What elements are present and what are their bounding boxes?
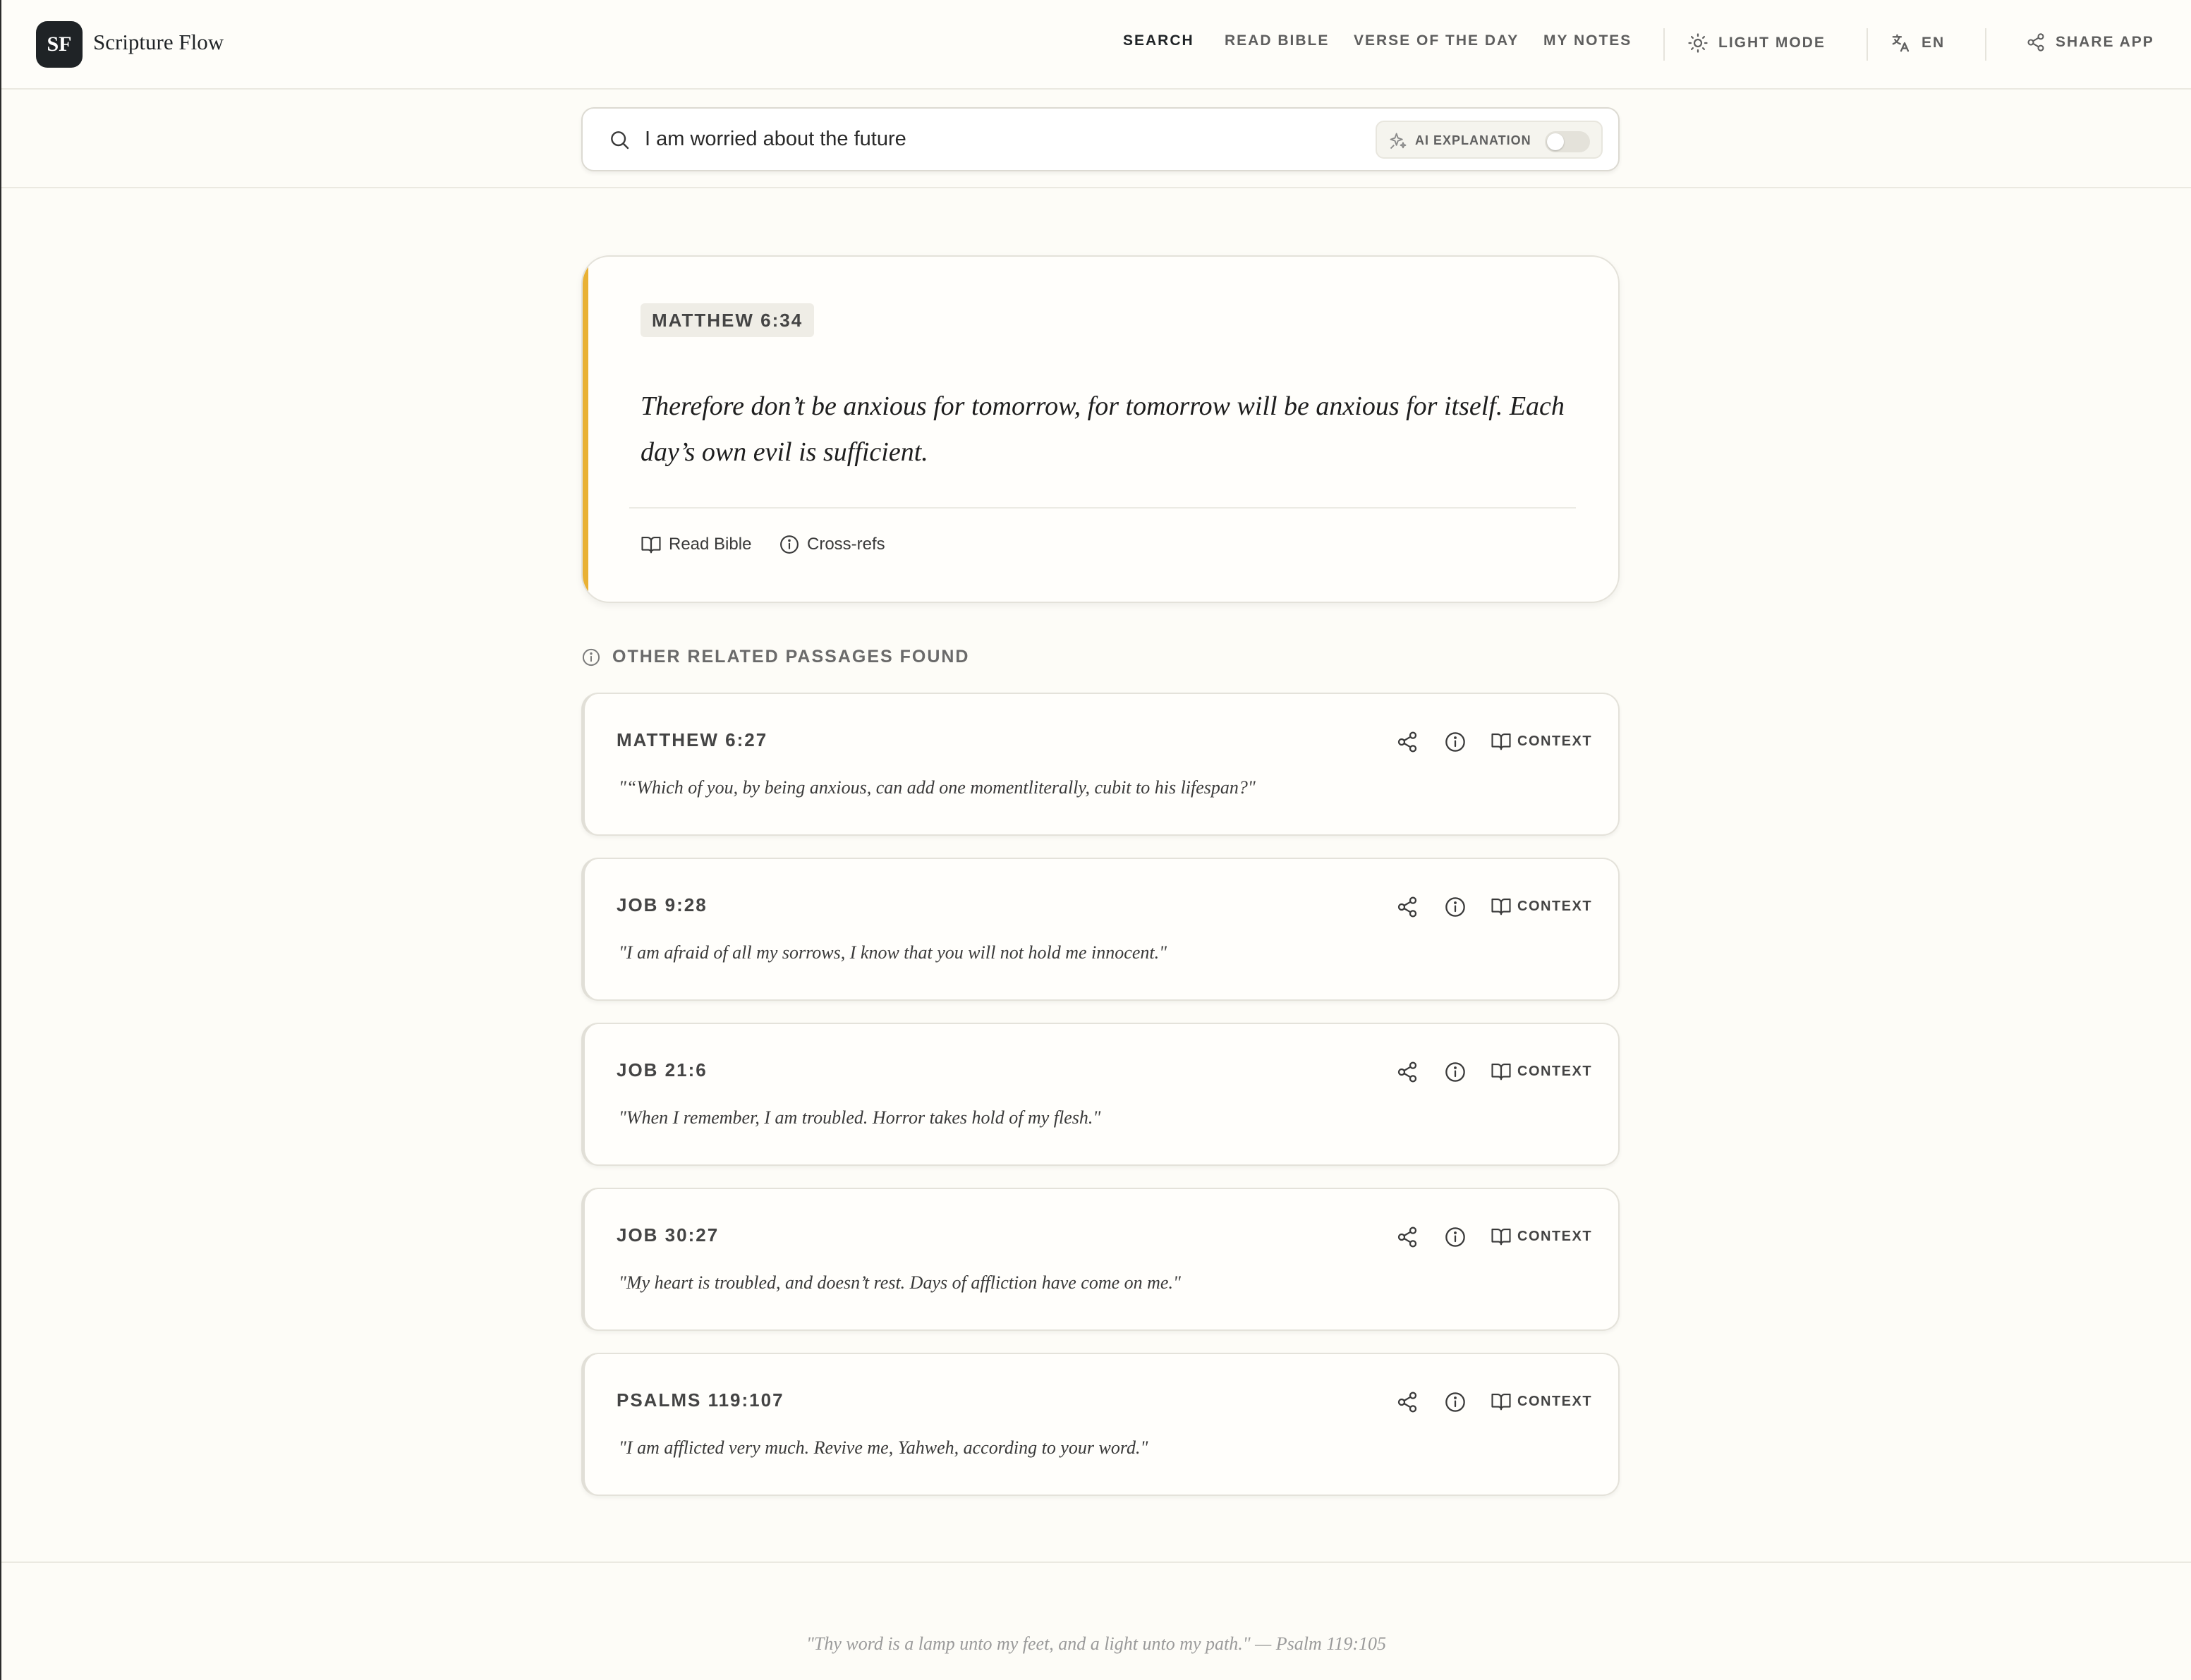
passage-context-button[interactable]: CONTEXT	[1491, 1226, 1592, 1247]
info-icon	[1445, 897, 1465, 917]
footer-divider	[1, 1562, 2191, 1563]
context-label: CONTEXT	[1517, 1063, 1593, 1079]
read-bible-link[interactable]: Read Bible	[641, 534, 751, 555]
read-bible-label: Read Bible	[669, 535, 752, 554]
passage-reference: MATTHEW 6:27	[617, 729, 768, 750]
featured-verse-card: MATTHEW 6:34 Therefore don’t be anxious …	[581, 255, 1620, 603]
nav-my-notes-label: MY NOTES	[1543, 32, 1632, 49]
passage-card: JOB 30:27 CONTEXT "My heart is troubled,…	[581, 1188, 1620, 1331]
share-icon	[1397, 1226, 1417, 1248]
passage-card: JOB 9:28 CONTEXT "I am afraid of all my …	[581, 858, 1620, 1001]
passage-text: "My heart is troubled, and doesn’t rest.…	[619, 1272, 1181, 1293]
passage-card: PSALMS 119:107 CONTEXT "I am afflicted v…	[581, 1353, 1620, 1496]
nav-divider	[1867, 28, 1868, 61]
featured-verse-reference: MATTHEW 6:34	[641, 303, 815, 337]
nav-divider	[1663, 28, 1665, 61]
passage-share-button[interactable]	[1396, 896, 1419, 922]
passage-share-button[interactable]	[1396, 1061, 1419, 1087]
info-icon	[1445, 1227, 1465, 1247]
app-name[interactable]: Scripture Flow	[93, 30, 224, 55]
share-icon	[1397, 731, 1417, 753]
sun-icon	[1688, 33, 1708, 53]
top-header: SF Scripture Flow SEARCH READ BIBLE VERS…	[1, 0, 2191, 90]
nav-verse-of-the-day[interactable]: VERSE OF THE DAY	[1354, 32, 1519, 49]
share-icon	[1397, 896, 1417, 918]
passage-share-button[interactable]	[1396, 1226, 1419, 1252]
card-accent-bar	[583, 257, 588, 602]
info-icon	[780, 535, 799, 554]
nav-read-bible-label: READ BIBLE	[1225, 32, 1330, 49]
ai-explanation-label: AI EXPLANATION	[1415, 133, 1531, 147]
passage-reference: PSALMS 119:107	[617, 1389, 784, 1411]
share-icon	[1397, 1392, 1417, 1413]
passage-text: "I am afflicted very much. Revive me, Ya…	[619, 1437, 1148, 1458]
info-icon	[1445, 1392, 1465, 1412]
search-section: I am worried about the future AI EXPLANA…	[1, 90, 2191, 188]
share-icon	[1397, 1061, 1417, 1083]
translate-icon	[1892, 34, 1910, 52]
context-label: CONTEXT	[1517, 898, 1593, 914]
sparkles-icon	[1390, 133, 1407, 150]
info-icon	[1445, 732, 1465, 752]
search-input[interactable]: I am worried about the future	[645, 128, 906, 151]
nav-my-notes[interactable]: MY NOTES	[1543, 32, 1632, 49]
related-passages-heading-label: OTHER RELATED PASSAGES FOUND	[612, 647, 970, 666]
passage-text: "“Which of you, by being anxious, can ad…	[619, 777, 1256, 798]
cross-refs-label: Cross-refs	[807, 535, 885, 554]
language-button[interactable]: EN	[1890, 32, 1945, 54]
passage-reference: JOB 21:6	[617, 1059, 708, 1081]
ai-explanation-toggle[interactable]: AI EXPLANATION	[1376, 121, 1603, 159]
share-icon	[2027, 33, 2044, 51]
passage-info-button[interactable]	[1444, 1226, 1467, 1252]
nav-search[interactable]: SEARCH	[1123, 32, 1194, 49]
passage-context-button[interactable]: CONTEXT	[1491, 1061, 1592, 1082]
book-open-icon	[1491, 733, 1511, 750]
passage-info-button[interactable]	[1444, 1061, 1467, 1087]
passage-reference: JOB 9:28	[617, 894, 708, 915]
info-icon	[1445, 1062, 1465, 1082]
passage-card: MATTHEW 6:27 CONTEXT "“Which of you, by …	[581, 693, 1620, 836]
book-open-icon	[1491, 1393, 1511, 1411]
passage-info-button[interactable]	[1444, 1391, 1467, 1417]
nav-read-bible[interactable]: READ BIBLE	[1225, 32, 1329, 49]
passage-text: "When I remember, I am troubled. Horror …	[619, 1107, 1101, 1128]
context-label: CONTEXT	[1517, 1228, 1593, 1244]
book-open-icon	[641, 536, 661, 554]
theme-toggle-label: LIGHT MODE	[1718, 35, 1826, 51]
passage-card: JOB 21:6 CONTEXT "When I remember, I am …	[581, 1023, 1620, 1166]
passage-share-button[interactable]	[1396, 1391, 1419, 1417]
footer-quote: "Thy word is a lamp unto my feet, and a …	[806, 1633, 1387, 1654]
book-open-icon	[1491, 1228, 1511, 1246]
related-passages-heading: OTHER RELATED PASSAGES FOUND	[581, 647, 970, 667]
info-icon	[582, 648, 600, 666]
cross-refs-link[interactable]: Cross-refs	[779, 534, 885, 555]
passage-reference: JOB 30:27	[617, 1224, 720, 1246]
search-icon	[611, 131, 629, 150]
nav-divider	[1985, 28, 1986, 61]
nav-verse-of-the-day-label: VERSE OF THE DAY	[1354, 32, 1519, 49]
book-open-icon	[1491, 1063, 1511, 1081]
context-label: CONTEXT	[1517, 733, 1593, 749]
passage-context-button[interactable]: CONTEXT	[1491, 896, 1592, 917]
toggle-knob	[1547, 133, 1564, 150]
context-label: CONTEXT	[1517, 1393, 1593, 1409]
ai-explanation-switch[interactable]	[1545, 131, 1590, 152]
passage-text: "I am afraid of all my sorrows, I know t…	[619, 942, 1167, 963]
passage-info-button[interactable]	[1444, 896, 1467, 922]
logo-badge[interactable]: SF	[36, 21, 83, 68]
card-divider	[629, 507, 1576, 509]
passage-context-button[interactable]: CONTEXT	[1491, 731, 1592, 752]
passage-share-button[interactable]	[1396, 731, 1419, 757]
passage-context-button[interactable]: CONTEXT	[1491, 1391, 1592, 1412]
book-open-icon	[1491, 898, 1511, 915]
language-label: EN	[1922, 35, 1946, 51]
theme-toggle-button[interactable]: LIGHT MODE	[1687, 32, 1826, 54]
share-app-button[interactable]: SHARE APP	[2026, 32, 2154, 52]
share-app-label: SHARE APP	[2056, 34, 2154, 50]
passage-info-button[interactable]	[1444, 731, 1467, 757]
search-box[interactable]: I am worried about the future AI EXPLANA…	[581, 107, 1620, 171]
nav-search-label: SEARCH	[1123, 32, 1194, 49]
featured-verse-text: Therefore don’t be anxious for tomorrow,…	[641, 391, 1565, 467]
